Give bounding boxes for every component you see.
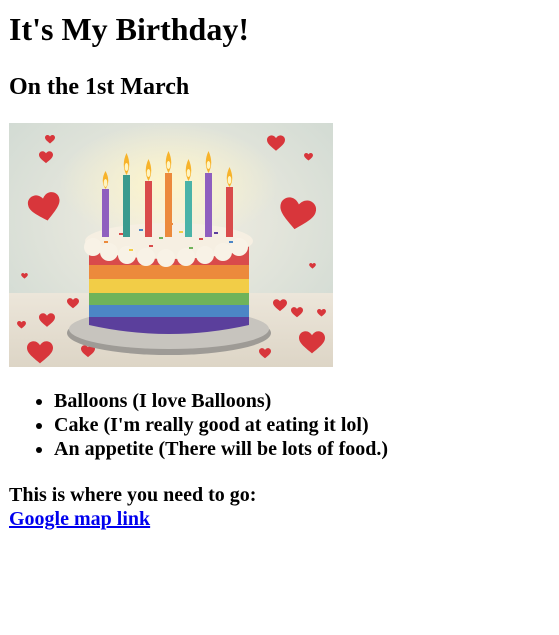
list-item: Cake (I'm really good at eating it lol) [54, 413, 559, 437]
birthday-cake-image [9, 123, 333, 367]
things-to-bring-list: Balloons (I love Balloons) Cake (I'm rea… [9, 389, 559, 461]
list-item: Balloons (I love Balloons) [54, 389, 559, 413]
page-title: It's My Birthday! [9, 11, 249, 47]
event-date: On the 1st March [9, 74, 190, 100]
google-map-link[interactable]: Google map link [9, 508, 150, 530]
directions-section: This is where you need to go: Google map… [9, 483, 559, 531]
list-item: An appetite (There will be lots of food.… [54, 437, 559, 461]
directions-label: This is where you need to go: [9, 484, 257, 506]
page: It's My Birthday! On the 1st March • Bal… [0, 0, 559, 531]
